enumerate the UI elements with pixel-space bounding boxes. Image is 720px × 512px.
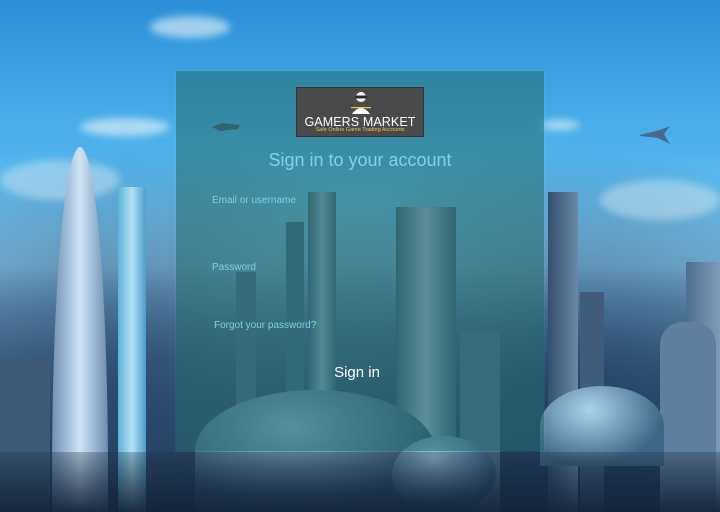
email-field[interactable] xyxy=(212,210,508,230)
forgot-password-link[interactable]: Forgot your password? xyxy=(214,320,316,331)
sign-in-button[interactable]: Sign in xyxy=(300,360,414,384)
password-field[interactable] xyxy=(212,277,508,297)
gamer-avatar-icon xyxy=(351,92,371,114)
password-label: Password xyxy=(212,262,256,273)
logo-subtitle: Safe Online Game Trading Accounts xyxy=(315,127,405,133)
email-label: Email or username xyxy=(212,195,296,206)
page-title: Sign in to your account xyxy=(268,150,452,170)
gamers-market-logo: GAMERS MARKET Safe Online Game Trading A… xyxy=(296,87,424,137)
